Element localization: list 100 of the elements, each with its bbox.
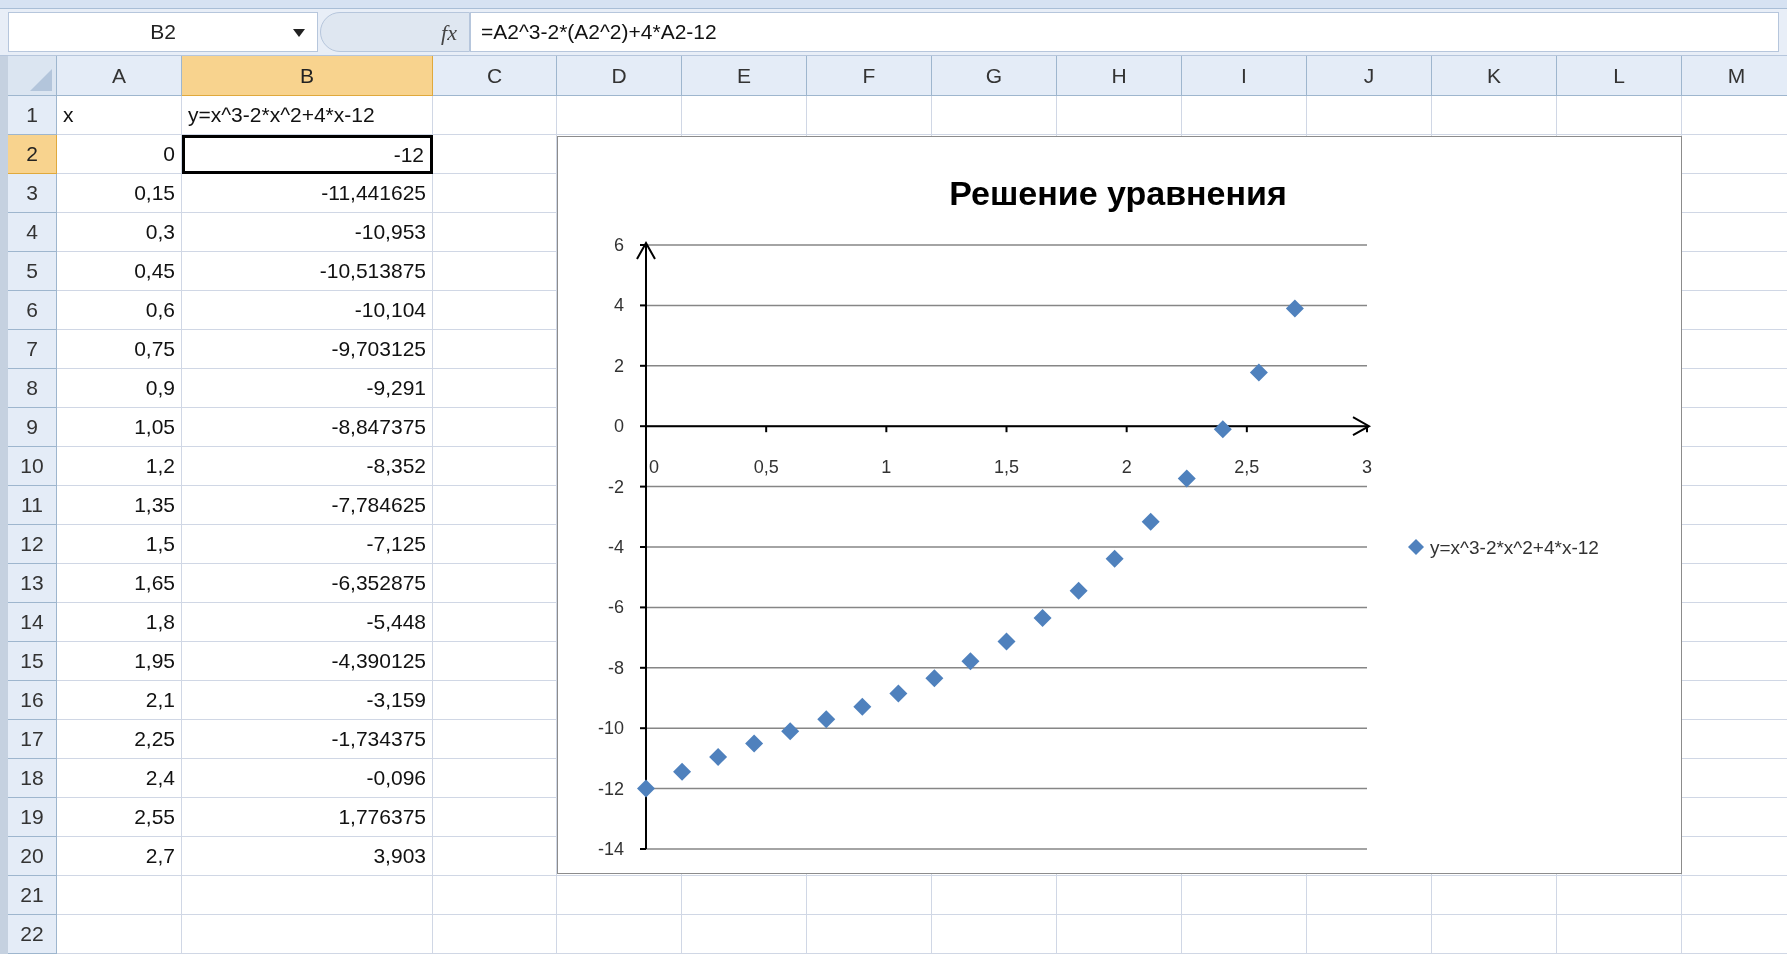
empty-cell[interactable]	[932, 96, 1057, 135]
empty-cell[interactable]	[433, 96, 557, 135]
column-header[interactable]: G	[932, 56, 1057, 96]
row-header[interactable]: 15	[8, 642, 57, 681]
column-header[interactable]: C	[433, 56, 557, 96]
empty-cell[interactable]	[682, 876, 807, 915]
empty-cell[interactable]	[682, 96, 807, 135]
table-cell[interactable]: -8,352	[182, 447, 433, 486]
column-header[interactable]: I	[1182, 56, 1307, 96]
row-header[interactable]: 2	[8, 135, 57, 174]
empty-cell[interactable]	[1432, 915, 1557, 954]
empty-cell[interactable]	[1057, 876, 1182, 915]
empty-cell[interactable]	[433, 915, 557, 954]
row-header[interactable]: 16	[8, 681, 57, 720]
column-header[interactable]: M	[1682, 56, 1787, 96]
row-header[interactable]: 20	[8, 837, 57, 876]
table-cell[interactable]: 0,45	[57, 252, 182, 291]
table-cell[interactable]: -6,352875	[182, 564, 433, 603]
empty-cell[interactable]	[1307, 876, 1432, 915]
table-cell[interactable]: -7,125	[182, 525, 433, 564]
table-cell[interactable]: 2,1	[57, 681, 182, 720]
row-header[interactable]: 19	[8, 798, 57, 837]
row-header[interactable]: 4	[8, 213, 57, 252]
row-header[interactable]: 21	[8, 876, 57, 915]
empty-cell[interactable]	[1432, 876, 1557, 915]
name-box[interactable]: B2	[8, 12, 318, 53]
empty-cell[interactable]	[932, 876, 1057, 915]
column-header[interactable]: K	[1432, 56, 1557, 96]
column-header[interactable]: H	[1057, 56, 1182, 96]
empty-cell[interactable]	[1057, 915, 1182, 954]
table-cell[interactable]: 2,25	[57, 720, 182, 759]
column-header[interactable]: A	[57, 56, 182, 96]
table-cell[interactable]: 2,4	[57, 759, 182, 798]
column-header[interactable]: F	[807, 56, 932, 96]
row-header[interactable]: 10	[8, 447, 57, 486]
empty-cell[interactable]	[433, 876, 557, 915]
row-header[interactable]: 6	[8, 291, 57, 330]
table-cell[interactable]: 1,776375	[182, 798, 433, 837]
table-cell[interactable]: -0,096	[182, 759, 433, 798]
table-cell[interactable]: -1,734375	[182, 720, 433, 759]
table-cell[interactable]: 0,3	[57, 213, 182, 252]
empty-cell[interactable]	[1557, 876, 1682, 915]
row-header[interactable]: 17	[8, 720, 57, 759]
empty-cell[interactable]	[1557, 96, 1682, 135]
row-header[interactable]: 1	[8, 96, 57, 135]
table-cell[interactable]: -7,784625	[182, 486, 433, 525]
row-header[interactable]: 11	[8, 486, 57, 525]
column-header[interactable]: B	[182, 56, 433, 96]
empty-cell[interactable]	[1182, 96, 1307, 135]
row-header[interactable]: 14	[8, 603, 57, 642]
table-cell[interactable]: -5,448	[182, 603, 433, 642]
table-cell[interactable]: -9,291	[182, 369, 433, 408]
table-cell[interactable]: 1,5	[57, 525, 182, 564]
table-cell[interactable]: -10,953	[182, 213, 433, 252]
table-cell[interactable]: -4,390125	[182, 642, 433, 681]
column-header[interactable]: L	[1557, 56, 1682, 96]
table-cell[interactable]: 0	[57, 135, 182, 174]
table-cell[interactable]: -10,513875	[182, 252, 433, 291]
empty-cell[interactable]	[1307, 915, 1432, 954]
table-cell[interactable]: y=x^3-2*x^2+4*x-12	[182, 96, 433, 135]
table-cell[interactable]: 1,2	[57, 447, 182, 486]
table-cell[interactable]: -8,847375	[182, 408, 433, 447]
table-cell[interactable]: 1,95	[57, 642, 182, 681]
table-cell[interactable]: 1,8	[57, 603, 182, 642]
column-header[interactable]: J	[1307, 56, 1432, 96]
empty-cell[interactable]	[182, 915, 433, 954]
table-cell[interactable]: 0,75	[57, 330, 182, 369]
table-cell[interactable]: 2,55	[57, 798, 182, 837]
empty-cell[interactable]	[1182, 915, 1307, 954]
empty-cell[interactable]	[682, 915, 807, 954]
row-header[interactable]: 18	[8, 759, 57, 798]
table-cell[interactable]: 0,9	[57, 369, 182, 408]
empty-cell[interactable]	[807, 915, 932, 954]
row-header[interactable]: 9	[8, 408, 57, 447]
table-cell[interactable]: 3,903	[182, 837, 433, 876]
row-header[interactable]: 22	[8, 915, 57, 954]
empty-cell[interactable]	[1307, 96, 1432, 135]
table-cell[interactable]: 0,15	[57, 174, 182, 213]
empty-cell[interactable]	[557, 915, 682, 954]
row-header[interactable]: 7	[8, 330, 57, 369]
column-header[interactable]: E	[682, 56, 807, 96]
empty-cell[interactable]	[1057, 96, 1182, 135]
table-cell[interactable]: x	[57, 96, 182, 135]
table-cell[interactable]: -12	[182, 135, 433, 174]
table-cell[interactable]: 0,6	[57, 291, 182, 330]
empty-cell[interactable]	[182, 876, 433, 915]
table-cell[interactable]: 1,35	[57, 486, 182, 525]
insert-function-button[interactable]: fx	[441, 15, 457, 49]
select-all-button[interactable]	[8, 56, 57, 96]
table-cell[interactable]: 2,7	[57, 837, 182, 876]
table-cell[interactable]: 1,05	[57, 408, 182, 447]
table-cell[interactable]: -10,104	[182, 291, 433, 330]
table-cell[interactable]: -11,441625	[182, 174, 433, 213]
empty-cell[interactable]	[807, 876, 932, 915]
row-header[interactable]: 5	[8, 252, 57, 291]
empty-cell[interactable]	[557, 876, 682, 915]
table-cell[interactable]: -9,703125	[182, 330, 433, 369]
empty-cell[interactable]	[807, 96, 932, 135]
empty-cell[interactable]	[1432, 96, 1557, 135]
row-header[interactable]: 13	[8, 564, 57, 603]
